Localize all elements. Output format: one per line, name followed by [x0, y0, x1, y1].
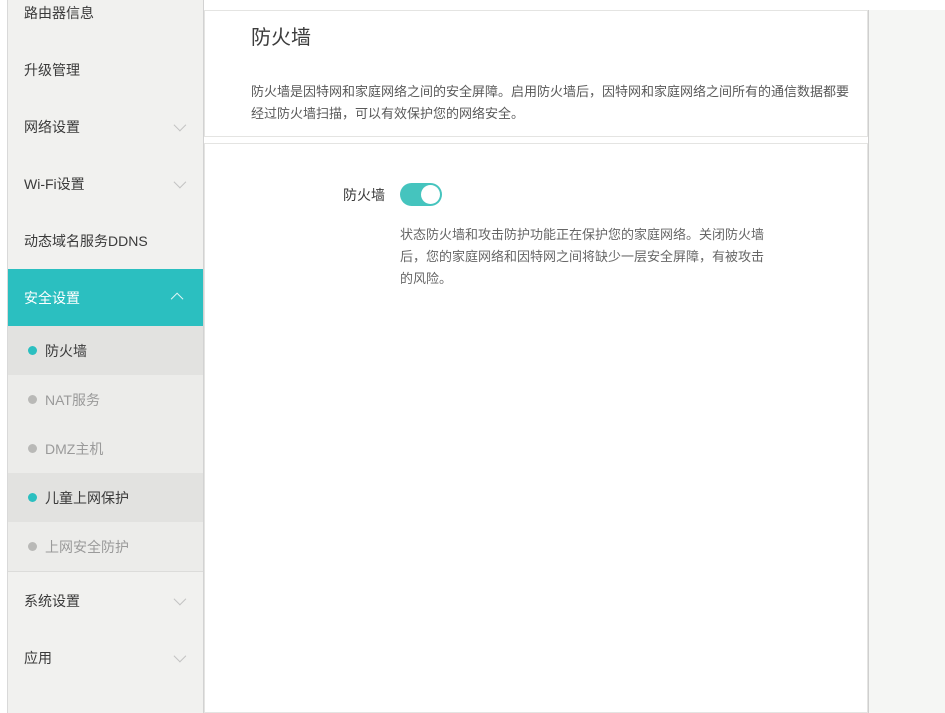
- sidebar-nav: 路由器信息 升级管理 网络设置 Wi-Fi设置 动态域名服务DDNS 安全设置 …: [8, 0, 203, 686]
- submenu-item-label: 防火墙: [45, 341, 87, 361]
- sidebar-item-network-settings[interactable]: 网络设置: [8, 98, 203, 155]
- firewall-toggle[interactable]: [400, 183, 442, 206]
- right-gray-panel: [868, 10, 945, 713]
- chevron-down-icon: [174, 176, 187, 189]
- page-title: 防火墙: [251, 23, 867, 53]
- security-submenu: 防火墙 NAT服务 DMZ主机 儿童上网保护 上网安全防护: [8, 326, 203, 572]
- sidebar-item-apps[interactable]: 应用: [8, 629, 203, 686]
- sidebar: 路由器信息 升级管理 网络设置 Wi-Fi设置 动态域名服务DDNS 安全设置 …: [7, 0, 204, 713]
- firewall-status-description: 状态防火墙和攻击防护功能正在保护您的家庭网络。关闭防火墙后，您的家庭网络和因特网…: [400, 224, 768, 290]
- chevron-down-icon: [174, 119, 187, 132]
- bullet-dot-icon: [28, 444, 37, 453]
- submenu-item-online-security[interactable]: 上网安全防护: [8, 522, 203, 571]
- chevron-up-icon: [171, 293, 184, 306]
- sidebar-item-security-settings[interactable]: 安全设置: [8, 269, 203, 326]
- submenu-item-dmz-host[interactable]: DMZ主机: [8, 424, 203, 473]
- sidebar-item-label: 系统设置: [24, 591, 80, 611]
- sidebar-item-label: 升级管理: [24, 60, 80, 80]
- bullet-dot-icon: [28, 346, 37, 355]
- bullet-dot-icon: [28, 395, 37, 404]
- submenu-item-parental-control[interactable]: 儿童上网保护: [8, 473, 203, 522]
- bullet-dot-icon: [28, 493, 37, 502]
- toggle-knob: [421, 185, 440, 204]
- sidebar-item-label: 动态域名服务DDNS: [24, 231, 148, 251]
- firewall-settings-card: 防火墙 状态防火墙和攻击防护功能正在保护您的家庭网络。关闭防火墙后，您的家庭网络…: [204, 143, 868, 713]
- submenu-item-label: DMZ主机: [45, 439, 103, 459]
- sidebar-item-label: 路由器信息: [24, 3, 94, 23]
- main-content: 防火墙 防火墙是因特网和家庭网络之间的安全屏障。启用防火墙后，因特网和家庭网络之…: [204, 10, 868, 713]
- sidebar-item-label: 安全设置: [24, 288, 80, 308]
- sidebar-item-router-info[interactable]: 路由器信息: [8, 0, 203, 41]
- firewall-header-card: 防火墙 防火墙是因特网和家庭网络之间的安全屏障。启用防火墙后，因特网和家庭网络之…: [204, 10, 868, 137]
- sidebar-item-label: 网络设置: [24, 117, 80, 137]
- sidebar-item-label: 应用: [24, 648, 52, 668]
- sidebar-item-ddns[interactable]: 动态域名服务DDNS: [8, 212, 203, 269]
- firewall-toggle-row: 防火墙: [205, 144, 867, 206]
- bullet-dot-icon: [28, 542, 37, 551]
- submenu-item-label: 儿童上网保护: [45, 488, 129, 508]
- sidebar-item-label: Wi-Fi设置: [24, 174, 85, 194]
- submenu-item-label: NAT服务: [45, 390, 100, 410]
- chevron-down-icon: [174, 650, 187, 663]
- firewall-intro-text: 防火墙是因特网和家庭网络之间的安全屏障。启用防火墙后，因特网和家庭网络之间所有的…: [251, 81, 851, 125]
- firewall-toggle-label: 防火墙: [205, 185, 385, 205]
- submenu-item-label: 上网安全防护: [45, 537, 129, 557]
- submenu-item-firewall[interactable]: 防火墙: [8, 326, 203, 375]
- sidebar-item-upgrade[interactable]: 升级管理: [8, 41, 203, 98]
- chevron-down-icon: [174, 593, 187, 606]
- sidebar-item-system-settings[interactable]: 系统设置: [8, 572, 203, 629]
- submenu-item-nat-service[interactable]: NAT服务: [8, 375, 203, 424]
- sidebar-item-wifi-settings[interactable]: Wi-Fi设置: [8, 155, 203, 212]
